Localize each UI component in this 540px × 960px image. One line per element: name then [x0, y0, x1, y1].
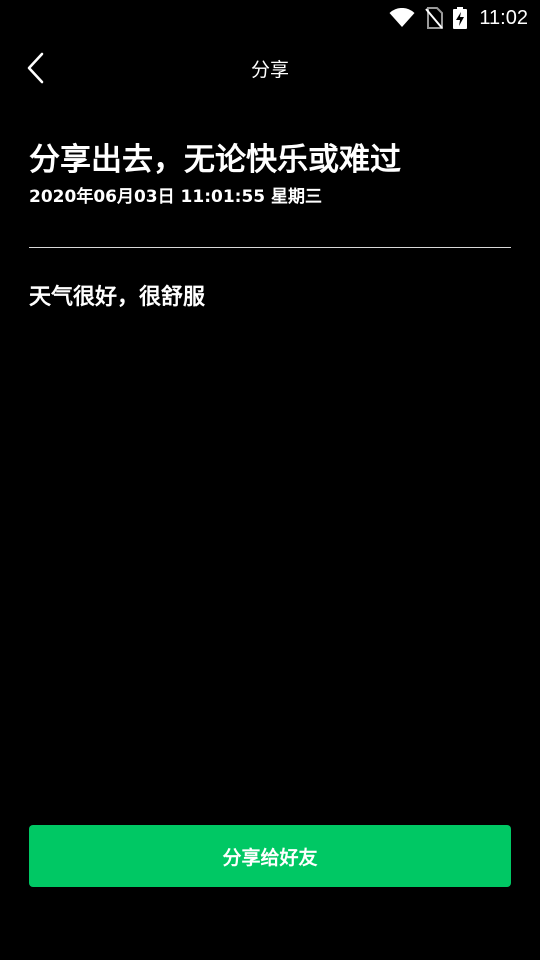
post-headline: 分享出去，无论快乐或难过: [29, 142, 401, 178]
divider: [29, 247, 511, 248]
status-time: 11:02: [479, 7, 528, 29]
chevron-left-icon: [26, 52, 46, 88]
page-title: 分享: [250, 59, 289, 81]
no-sim-icon: [425, 7, 444, 29]
share-button-label: 分享给好友: [222, 847, 318, 869]
status-bar: 11:02: [0, 0, 540, 36]
top-bar: 分享: [0, 40, 540, 100]
status-icons: 11:02: [389, 6, 528, 30]
post-header: 分享出去，无论快乐或难过 2020年06月03日 11:01:55 星期三: [29, 136, 511, 210]
post-body: 天气很好，很舒服: [29, 285, 206, 310]
post-datetime: 2020年06月03日 11:01:55 星期三: [29, 187, 323, 207]
battery-charging-icon: [453, 7, 468, 29]
wifi-icon: [389, 8, 415, 28]
share-to-friends-button[interactable]: 分享给好友: [29, 825, 511, 887]
back-button[interactable]: [16, 50, 56, 90]
